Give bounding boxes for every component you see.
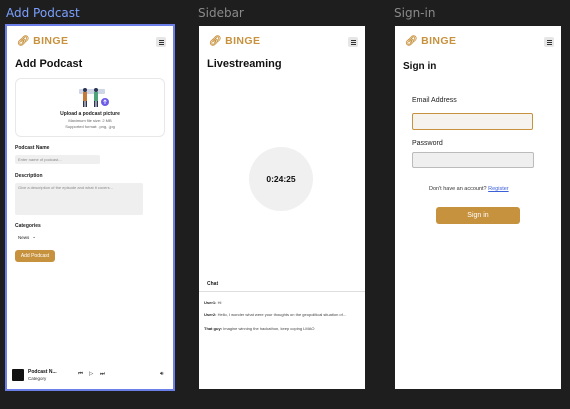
upload-picture-card[interactable]: Upload a podcast picture Maximum file si… [15,78,165,137]
upload-formats: Supported format: .png, .jpg [65,124,115,129]
player-category: Category [28,376,47,381]
player-title: Podcast N... [28,369,57,375]
password-field[interactable] [412,152,534,168]
podcast-name-label: Podcast Name [15,145,50,151]
link-icon: 🔗︎ [405,35,419,47]
logo-text: BINGE [421,35,457,47]
signin-button[interactable]: Sign in [436,207,520,224]
frame-label-sidebar[interactable]: Sidebar [198,6,244,20]
link-icon: 🔗︎ [17,35,31,47]
chat-divider [199,291,365,292]
chat-user: That guy: [204,326,222,331]
chat-label: Chat [207,281,219,287]
link-icon: 🔗︎ [209,35,223,47]
chat-message: User1: Hi [204,300,359,305]
menu-button[interactable] [156,37,166,47]
podcast-name-input[interactable]: Enter name of podcast... [15,155,100,164]
frame-label-signin[interactable]: Sign-in [394,6,435,20]
brand-logo[interactable]: 🔗︎ BINGE [17,35,68,47]
register-link[interactable]: Register [488,186,508,192]
email-label: Email Address [412,97,457,104]
logo-text: BINGE [225,35,261,47]
add-podcast-button[interactable]: Add Podcast [15,250,55,262]
password-label: Password [412,140,443,147]
chat-message: User2: Hello, I wonder what were your th… [204,312,359,317]
description-input[interactable]: Give a description of the episode and wh… [15,183,143,215]
chat-message: That guy: Imagine winning the hackathon,… [204,326,359,331]
upload-illustration-icon [79,88,109,107]
register-prompt: Don't have an account? Register [429,186,509,192]
top-bar: 🔗︎ BINGE [395,26,561,58]
logo-text: BINGE [33,35,69,47]
stream-timer: 0:24:25 [249,147,313,211]
description-label: Description [15,173,43,179]
chat-text: Hello, I wonder what were your thoughts … [217,312,347,317]
chat-text: Hi [217,300,222,305]
volume-icon[interactable]: 🔊︎ [160,371,163,378]
next-icon[interactable]: ⏭︎ [100,371,105,378]
signin-frame[interactable]: 🔗︎ BINGE Sign in Email Address Password … [395,26,561,389]
upload-title: Upload a podcast picture [60,111,120,117]
brand-logo[interactable]: 🔗︎ BINGE [209,35,260,47]
page-title: Add Podcast [15,58,83,70]
chevron-down-icon: ⌄ [32,234,37,239]
play-icon[interactable]: ▷ [89,371,93,377]
page-title: Livestreaming [207,58,282,70]
menu-button[interactable] [348,37,358,47]
frame-label-add-podcast[interactable]: Add Podcast [6,6,80,20]
menu-button[interactable] [544,37,554,47]
no-account-text: Don't have an account? [429,186,487,192]
chat-user: User1: [204,300,217,305]
email-field[interactable] [412,113,533,130]
top-bar: 🔗︎ BINGE [7,26,173,58]
top-bar: 🔗︎ BINGE [199,26,365,58]
chat-text: Imagine winning the hackathon, keep copi… [223,326,315,331]
podcast-thumbnail[interactable] [12,369,24,381]
mini-player: Podcast N... Category ⏮︎ ▷ ⏭︎ 🔊︎ [7,363,173,389]
chat-user: User2: [204,312,217,317]
add-podcast-frame[interactable]: 🔗︎ BINGE Add Podcast Upload a podcast pi… [5,24,175,391]
brand-logo[interactable]: 🔗︎ BINGE [405,35,456,47]
categories-label: Categories [15,223,41,229]
previous-icon[interactable]: ⏮︎ [78,371,83,378]
sidebar-frame[interactable]: 🔗︎ BINGE Livestreaming 0:24:25 Chat User… [199,26,365,389]
category-select[interactable]: News ⌄ [18,234,36,240]
upload-max-size: Maximum file size: 2 MB [68,118,112,123]
category-value: News [18,234,30,240]
page-title: Sign in [403,61,437,72]
